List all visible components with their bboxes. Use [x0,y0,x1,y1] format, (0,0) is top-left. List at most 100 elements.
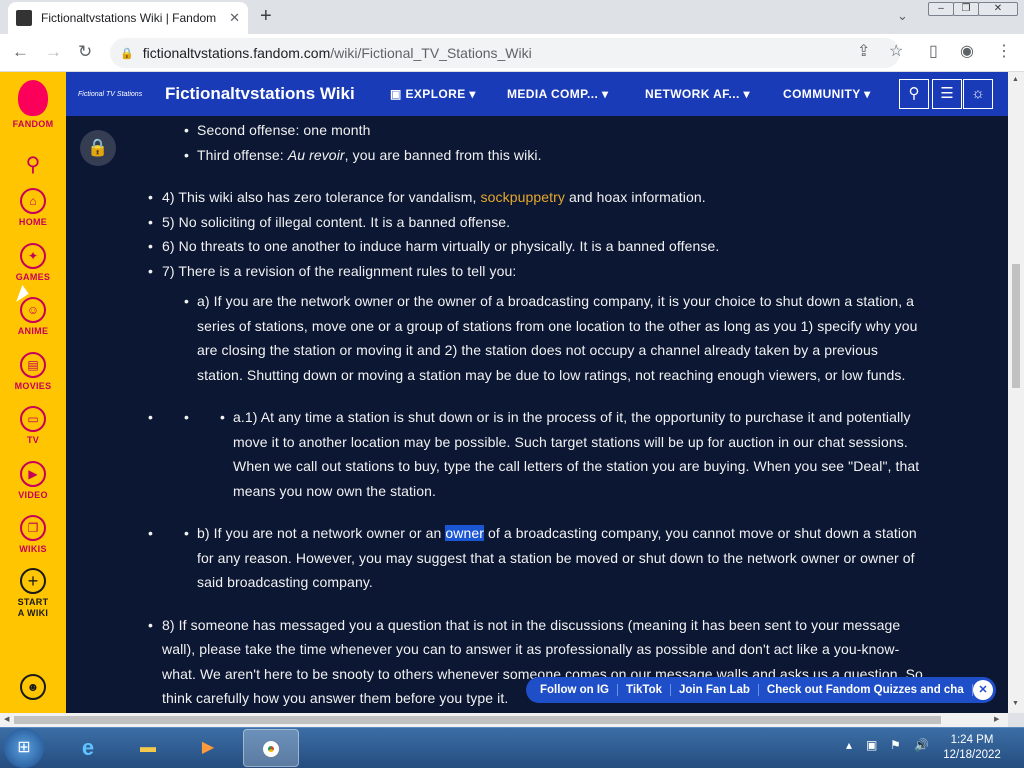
list-item: 7) There is a revision of the realignmen… [162,263,517,279]
horizontal-scrollbar[interactable]: ◀ ▶ [0,713,1008,727]
book-icon: ❐ [20,515,46,541]
scroll-down-icon[interactable]: ▼ [1012,700,1019,708]
rail-label-anime: ANIME [17,326,49,336]
rail-item-games[interactable]: ✦ GAMES [0,243,66,283]
horizontal-scroll-thumb[interactable] [14,716,941,724]
clock-date: 12/18/2022 [943,749,1001,761]
wiki-search-icon[interactable]: ⚲ [899,79,929,109]
list-item: Third offense: Au revoir, you are banned… [197,143,542,168]
rail-item-home[interactable]: ⌂ HOME [0,188,66,228]
rail-label-wikis: WIKIS [19,544,47,554]
close-window-button[interactable]: ✕ [978,2,1018,16]
start-button[interactable]: ⊞ [4,728,44,768]
bookmark-star-icon[interactable]: ☆ [889,42,903,62]
scroll-right-icon[interactable]: ▶ [994,716,999,724]
bullet: • [220,409,225,425]
list-item: for any reason. However, you may suggest… [197,550,915,566]
text: Third offense: [197,147,288,163]
browser-tab[interactable]: Fictionaltvstations Wiki | Fandom ✕ [8,2,248,34]
nav-community[interactable]: COMMUNITY ▾ [783,87,871,101]
rail-item-video[interactable]: ▶ VIDEO [0,461,66,501]
wiki-name[interactable]: Fictionaltvstations Wiki [165,84,355,104]
side-panel-icon[interactable]: ▯ [929,42,938,62]
bullet: • [184,293,189,309]
nav-network-affiliates[interactable]: NETWORK AF... ▾ [645,87,750,101]
fan-lab-link[interactable]: Join Fan Lab [671,684,759,696]
theme-toggle-icon[interactable]: ☼ [963,79,993,109]
sockpuppetry-link[interactable]: sockpuppetry [481,189,565,205]
tab-close-icon[interactable]: ✕ [229,10,240,26]
wiki-logo[interactable]: Fictional TV Stations [78,91,142,98]
nav-label: MEDIA COMP... [507,87,599,101]
minimize-button[interactable]: – [928,2,954,16]
list-item: are closing the station or moving it and… [197,342,878,358]
list-item: means you now own the station. [233,483,437,499]
list-item: a) If you are the network owner or the o… [197,293,915,309]
rail-item-wikis[interactable]: ❐ WIKIS [0,515,66,555]
forward-arrow-icon[interactable]: → [45,42,62,62]
follow-ig-link[interactable]: Follow on IG [532,684,618,696]
list-item: said broadcasting company. [197,574,373,590]
windows-taskbar: ⊞ e ▬ ▶ ▴ ▣ ⚑ 🔊 1:24 PM 12/18/2022 [0,727,1024,768]
network-icon[interactable]: ▣ [866,738,877,752]
action-center-icon[interactable]: ⚑ [890,738,901,752]
vertical-scroll-thumb[interactable] [1012,264,1020,388]
close-icon[interactable]: ✕ [973,680,993,700]
article-content: • Second offense: one month • Third offe… [66,72,1008,713]
tab-search-chevron-icon[interactable]: ⌄ [897,8,908,24]
bullet: • [148,214,153,230]
discussions-icon[interactable]: ☰ [932,79,962,109]
scroll-left-icon[interactable]: ◀ [4,716,9,724]
rail-item-anime[interactable]: ☺ ANIME [0,297,66,337]
media-player-icon[interactable]: ▶ [180,729,236,767]
nav-explore[interactable]: ▣ EXPLORE ▾ [390,87,476,101]
list-item: move it to another location may be possi… [233,434,908,450]
address-bar[interactable]: 🔒 fictionaltvstations.fandom.com/wiki/Fi… [110,38,900,68]
menu-kebab-icon[interactable]: ⋮ [996,42,1012,62]
page-lock-icon[interactable]: 🔒 [80,130,116,166]
rail-item-tv[interactable]: ▭ TV [0,406,66,446]
fandom-heart-icon [18,80,48,116]
list-item: station. Shutting down or moving a stati… [197,367,906,383]
wiki-page: • Second offense: one month • Third offe… [66,72,1008,713]
fandom-brand-label: FANDOM [12,119,54,129]
list-item: 4) This wiki also has zero tolerance for… [162,185,706,210]
internet-explorer-icon[interactable]: e [60,729,116,767]
reload-icon[interactable]: ↻ [78,42,92,62]
rail-user[interactable]: ☻ [0,674,66,700]
system-clock[interactable]: 1:24 PM 12/18/2022 [940,733,1004,763]
list-item: b) If you are not a network owner or an … [197,521,917,546]
plus-icon: + [20,568,46,594]
file-explorer-icon[interactable]: ▬ [120,729,176,767]
rail-item-movies[interactable]: ▤ MOVIES [0,352,66,392]
text-italic: Au revoir [287,147,345,163]
restore-button[interactable]: ❐ [953,2,979,16]
bullet: • [148,617,153,633]
bullet: • [148,409,153,425]
rail-label-home: HOME [18,217,48,227]
fandom-rail: FANDOM ⚲ ⌂ HOME ✦ GAMES ☺ ANIME ▤ MOVIES… [0,72,66,713]
rail-label-start-a-wiki: START A WIKI [17,597,49,618]
tiktok-link[interactable]: TikTok [618,684,671,696]
volume-icon[interactable]: 🔊 [914,738,929,752]
rail-label-games: GAMES [15,272,51,282]
nav-media-companies[interactable]: MEDIA COMP... ▾ [507,87,608,101]
new-tab-button[interactable]: + [260,6,272,26]
chrome-icon[interactable] [243,729,299,767]
back-arrow-icon[interactable]: ← [12,42,29,62]
tray-expand-icon[interactable]: ▴ [846,738,852,752]
list-item: wall), please take the time whenever you… [162,641,900,657]
share-icon[interactable]: ⇪ [857,42,870,62]
bullet: • [184,122,189,138]
profile-avatar-icon[interactable]: ◉ [960,42,974,62]
quizzes-link[interactable]: Check out Fandom Quizzes and cha [759,684,973,696]
scroll-up-icon[interactable]: ▲ [1012,76,1019,84]
rail-item-start-a-wiki[interactable]: + START A WIKI [0,568,66,619]
gamepad-icon: ✦ [20,243,46,269]
list-item: 8) If someone has messaged you a questio… [162,617,901,633]
fandom-logo[interactable]: FANDOM [0,80,66,130]
film-icon: ▤ [20,352,46,378]
vertical-scrollbar[interactable]: ▲ ▼ [1008,72,1024,713]
rail-search[interactable]: ⚲ [0,152,66,177]
text: , you are banned from this wiki. [344,147,542,163]
